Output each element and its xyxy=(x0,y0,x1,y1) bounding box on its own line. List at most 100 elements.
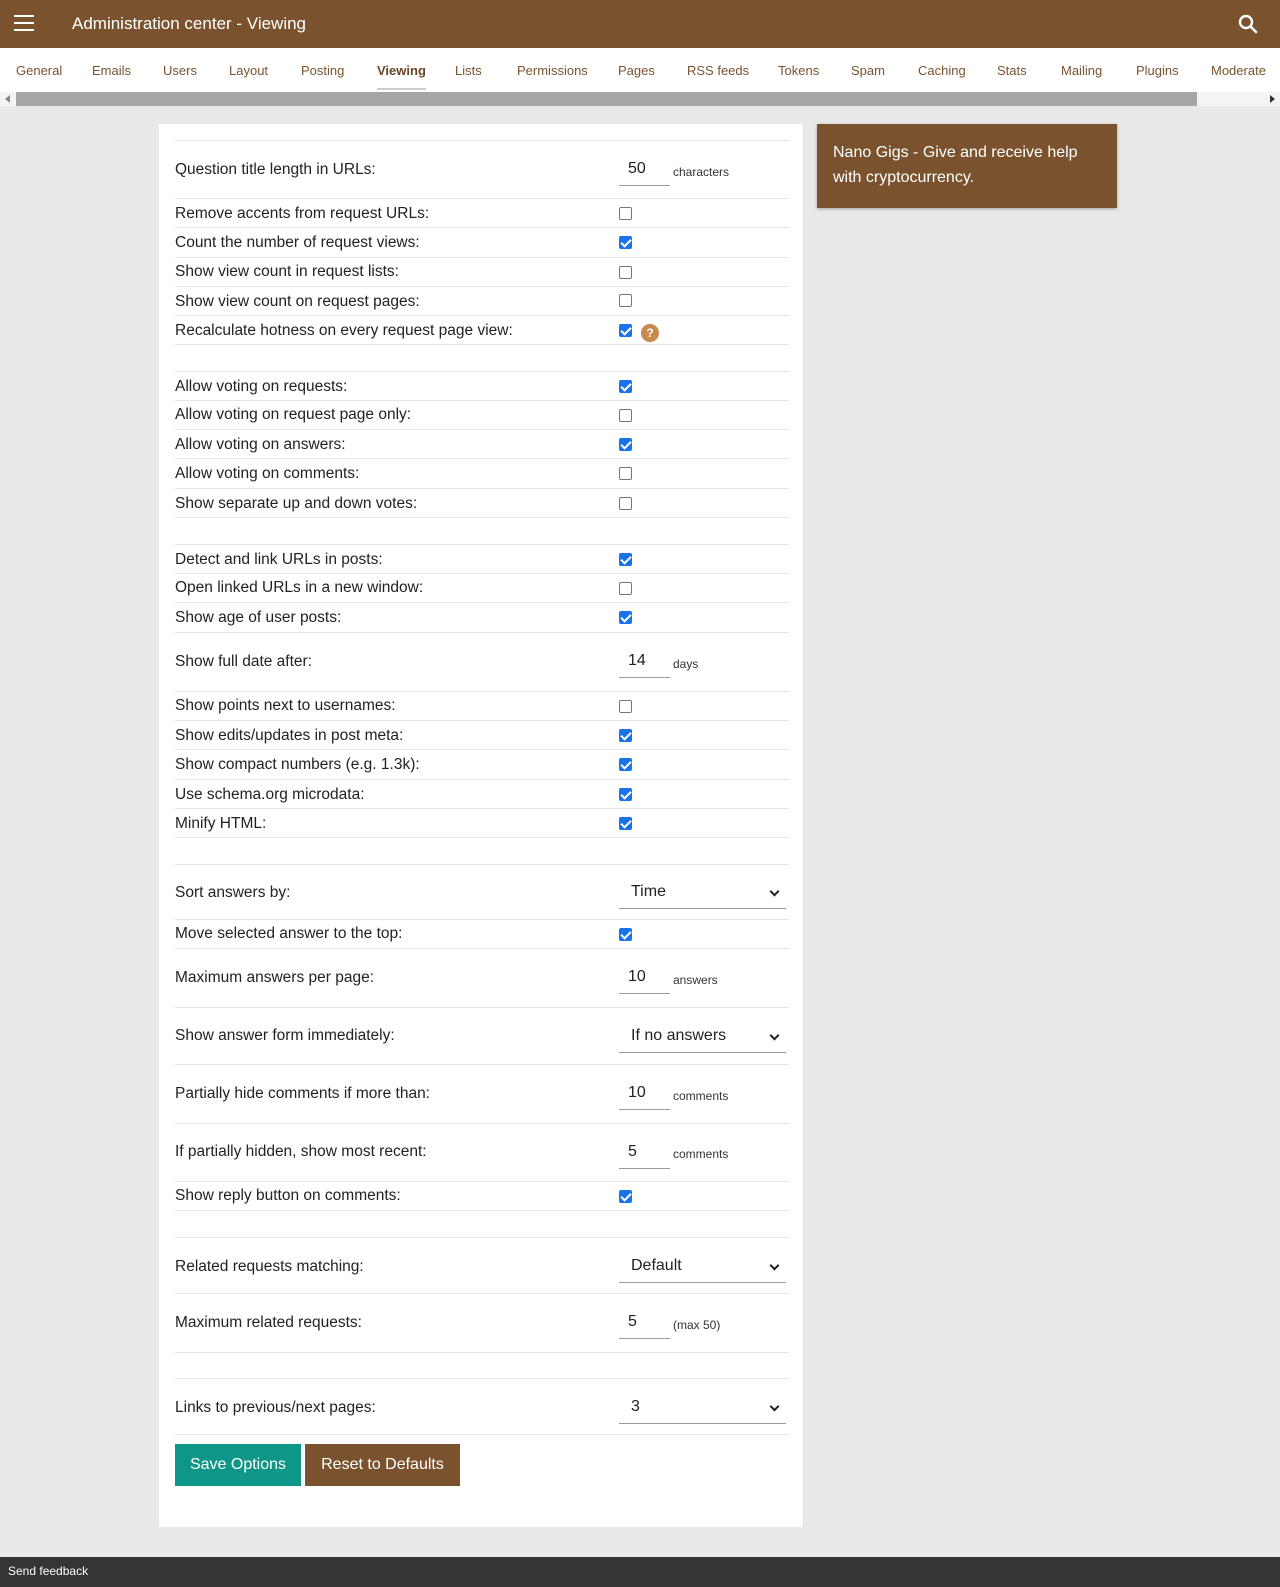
hide-comments-input[interactable]: 10 xyxy=(619,1078,670,1110)
option-new-window: Open linked URLs in a new window: xyxy=(175,574,789,603)
select-value: Time xyxy=(631,883,666,900)
sort-answers-select[interactable]: Time xyxy=(619,877,786,909)
option-label: Allow voting on comments: xyxy=(175,465,360,482)
minify-html-checkbox[interactable] xyxy=(619,817,632,830)
selected-top-checkbox[interactable] xyxy=(619,928,632,941)
prev-next-links-select[interactable]: 3 xyxy=(619,1392,786,1424)
vote-answers-checkbox[interactable] xyxy=(619,438,632,451)
menu-icon[interactable] xyxy=(14,15,34,31)
option-label: Show answer form immediately: xyxy=(175,1027,395,1044)
link-urls-checkbox[interactable] xyxy=(619,553,632,566)
search-icon[interactable] xyxy=(1236,12,1260,36)
option-label: Partially hide comments if more than: xyxy=(175,1085,430,1102)
remove-accents-checkbox[interactable] xyxy=(619,207,632,220)
option-label: Remove accents from request URLs: xyxy=(175,205,430,222)
option-remove-accents: Remove accents from request URLs: xyxy=(175,199,789,228)
help-icon[interactable]: ? xyxy=(641,324,659,342)
points-names-checkbox[interactable] xyxy=(619,700,632,713)
vote-requests-checkbox[interactable] xyxy=(619,380,632,393)
option-label: Maximum answers per page: xyxy=(175,969,374,986)
option-full-date: Show full date after: 14 days xyxy=(175,633,789,692)
tab-lists[interactable]: Lists xyxy=(455,48,482,92)
option-show-age: Show age of user posts: xyxy=(175,603,789,633)
scroll-right-icon[interactable] xyxy=(1270,95,1275,103)
schema-org-checkbox[interactable] xyxy=(619,788,632,801)
vote-request-page-checkbox[interactable] xyxy=(619,409,632,422)
show-recent-input[interactable]: 5 xyxy=(619,1137,670,1169)
vote-comments-checkbox[interactable] xyxy=(619,467,632,480)
unit-label: comments xyxy=(673,1147,729,1161)
reply-button-checkbox[interactable] xyxy=(619,1190,632,1203)
option-separate-votes: Show separate up and down votes: xyxy=(175,489,789,518)
show-age-checkbox[interactable] xyxy=(619,611,632,624)
full-date-input[interactable]: 14 xyxy=(619,646,670,678)
scrollbar-thumb[interactable] xyxy=(16,92,1197,106)
tab-layout[interactable]: Layout xyxy=(229,48,268,92)
count-views-checkbox[interactable] xyxy=(619,236,632,249)
option-label: Related requests matching: xyxy=(175,1258,364,1275)
tab-pages[interactable]: Pages xyxy=(618,48,655,92)
tab-mailing[interactable]: Mailing xyxy=(1061,48,1102,92)
tab-emails[interactable]: Emails xyxy=(92,48,131,92)
tab-moderate[interactable]: Moderate xyxy=(1211,48,1266,92)
option-label: Show view count on request pages: xyxy=(175,293,420,310)
tab-general[interactable]: General xyxy=(16,48,62,92)
unit-label: comments xyxy=(673,1089,729,1103)
max-answers-input[interactable]: 10 xyxy=(619,962,670,994)
tab-tokens[interactable]: Tokens xyxy=(778,48,819,92)
option-label: Show view count in request lists: xyxy=(175,263,399,280)
answer-form-select[interactable]: If no answers xyxy=(619,1021,786,1053)
option-label: Show compact numbers (e.g. 1.3k): xyxy=(175,756,420,773)
edits-meta-checkbox[interactable] xyxy=(619,729,632,742)
option-label: Count the number of request views: xyxy=(175,234,420,251)
max-related-input[interactable]: 5 xyxy=(619,1307,670,1339)
separate-votes-checkbox[interactable] xyxy=(619,497,632,510)
unit-label: days xyxy=(673,657,699,671)
option-label: Links to previous/next pages: xyxy=(175,1399,376,1416)
compact-numbers-checkbox[interactable] xyxy=(619,758,632,771)
reset-defaults-button[interactable]: Reset to Defaults xyxy=(305,1444,460,1486)
send-feedback-link[interactable]: Send feedback xyxy=(8,1564,88,1578)
chevron-down-icon xyxy=(769,1401,780,1412)
tab-caching[interactable]: Caching xyxy=(918,48,966,92)
option-hide-comments: Partially hide comments if more than: 10… xyxy=(175,1065,789,1124)
tab-stats[interactable]: Stats xyxy=(997,48,1027,92)
option-label: Allow voting on request page only: xyxy=(175,406,412,423)
option-reply-button: Show reply button on comments: xyxy=(175,1182,789,1211)
option-label: Open linked URLs in a new window: xyxy=(175,579,424,596)
chevron-down-icon xyxy=(769,1030,780,1041)
option-label: Sort answers by: xyxy=(175,884,291,901)
option-label: Show separate up and down votes: xyxy=(175,495,418,512)
tab-permissions[interactable]: Permissions xyxy=(517,48,588,92)
option-label: Recalculate hotness on every request pag… xyxy=(175,322,513,339)
tab-posting[interactable]: Posting xyxy=(301,48,344,92)
option-label: Detect and link URLs in posts: xyxy=(175,551,383,568)
option-max-answers: Maximum answers per page: 10 answers xyxy=(175,949,789,1008)
save-options-button[interactable]: Save Options xyxy=(175,1444,301,1486)
scroll-left-icon[interactable] xyxy=(5,95,10,103)
option-view-count-pages: Show view count on request pages: xyxy=(175,287,789,316)
tab-users[interactable]: Users xyxy=(163,48,197,92)
option-vote-answers: Allow voting on answers: xyxy=(175,430,789,459)
tabs-scrollbar[interactable] xyxy=(0,92,1280,106)
title-length-input[interactable]: 50 xyxy=(619,154,670,186)
option-recalc-hotness: Recalculate hotness on every request pag… xyxy=(175,316,789,345)
option-minify-html: Minify HTML: xyxy=(175,809,789,838)
option-label: Show full date after: xyxy=(175,653,312,670)
recalc-hotness-checkbox[interactable] xyxy=(619,324,632,337)
tab-viewing[interactable]: Viewing xyxy=(377,48,426,92)
view-count-lists-checkbox[interactable] xyxy=(619,266,632,279)
tab-rss-feeds[interactable]: RSS feeds xyxy=(687,48,749,92)
tab-spam[interactable]: Spam xyxy=(851,48,885,92)
option-label: Show age of user posts: xyxy=(175,609,342,626)
new-window-checkbox[interactable] xyxy=(619,582,632,595)
option-label: Use schema.org microdata: xyxy=(175,786,365,803)
tab-plugins[interactable]: Plugins xyxy=(1136,48,1179,92)
related-matching-select[interactable]: Default xyxy=(619,1251,786,1283)
options-panel: Question title length in URLs: 50 charac… xyxy=(159,124,804,1527)
option-link-urls: Detect and link URLs in posts: xyxy=(175,544,789,574)
view-count-pages-checkbox[interactable] xyxy=(619,294,632,307)
option-schema-org: Use schema.org microdata: xyxy=(175,780,789,809)
sidebar-ad[interactable]: Nano Gigs - Give and receive help with c… xyxy=(817,124,1117,208)
select-value: 3 xyxy=(631,1398,640,1415)
